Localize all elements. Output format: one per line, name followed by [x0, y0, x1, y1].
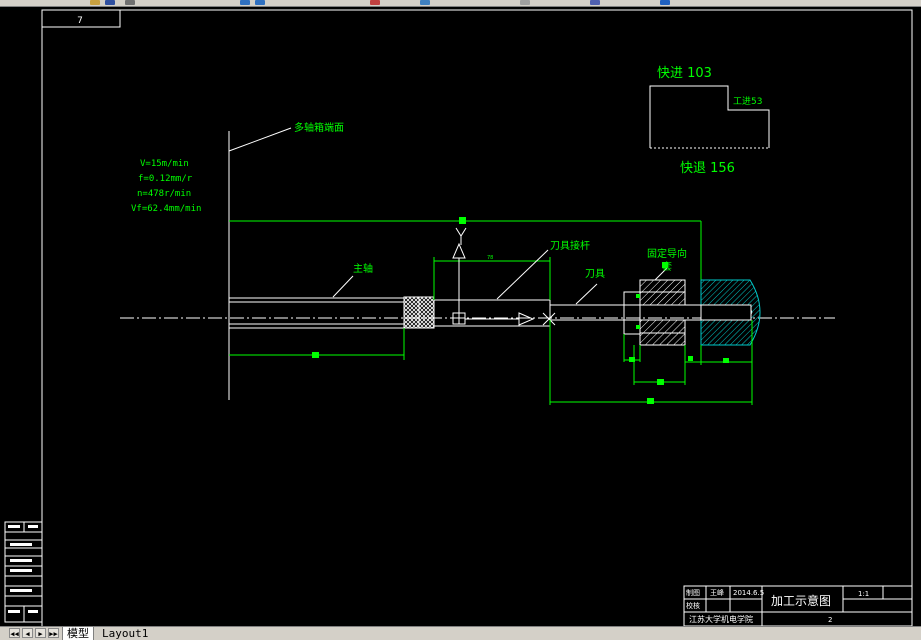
param-f: f=0.12mm/r [138, 174, 193, 184]
properties-icon[interactable] [520, 0, 530, 5]
tb-row2-label: 校核 [686, 601, 700, 610]
cutting-params: V=15m/min f=0.12mm/r n=478r/min Vf=62.4m… [131, 159, 201, 214]
open-icon[interactable] [90, 0, 100, 5]
tb-sheet-no: 2 [828, 616, 832, 624]
tb-row1-label: 制图 [686, 588, 700, 597]
pan-icon[interactable] [370, 0, 380, 5]
param-vf: Vf=62.4mm/min [131, 204, 201, 214]
tool-rod [433, 299, 551, 327]
multi-axis-face-label: 多轴箱端面 [294, 121, 344, 134]
nav-first-icon[interactable]: ◀◀ [9, 628, 20, 638]
nav-next-icon[interactable]: ▶ [35, 628, 46, 638]
tb-title: 加工示意图 [771, 593, 831, 608]
tab-layout1[interactable]: Layout1 [98, 627, 152, 640]
save-icon[interactable] [105, 0, 115, 5]
redo-icon[interactable] [255, 0, 265, 5]
zoom-icon[interactable] [420, 0, 430, 5]
fixed-guide-label: 固定导向 [647, 247, 687, 260]
help-icon[interactable] [660, 0, 670, 5]
tab-model[interactable]: 模型 [62, 627, 94, 640]
layout-tab-bar: ◀◀ ◀ ▶ ▶▶ 模型 Layout1 [0, 626, 921, 640]
tb-scale: 1:1 [858, 590, 869, 598]
layer-icon[interactable] [590, 0, 600, 5]
tb-row1-date: 2014.6.5 [733, 589, 764, 597]
tool-label: 刀具 [585, 268, 605, 280]
work-feed-label: 工进53 [733, 96, 762, 107]
grip [636, 294, 640, 298]
toolbar [0, 0, 921, 7]
print-icon[interactable] [125, 0, 135, 5]
grip [662, 262, 668, 268]
tb-school: 江苏大学机电学院 [689, 614, 753, 624]
spindle-label: 主轴 [353, 262, 373, 275]
rapid-advance-label: 快进 103 [657, 66, 712, 81]
param-v: V=15m/min [140, 159, 189, 169]
rapid-return-label: 快退 156 [680, 161, 735, 176]
param-n: n=478r/min [137, 189, 191, 199]
grip [636, 325, 640, 329]
tb-row1-name: 王峰 [710, 588, 724, 597]
tool-rod-label: 刀具接杆 [550, 239, 590, 252]
feed-cycle-path [649, 85, 770, 148]
undo-icon[interactable] [240, 0, 250, 5]
drawing-svg: 7 快进 103 工进53 快退 156 V=15m/min f=0.12mm/… [4, 9, 913, 626]
drawing-canvas[interactable]: 7 快进 103 工进53 快退 156 V=15m/min f=0.12mm/… [0, 7, 921, 626]
grip [459, 217, 466, 224]
sheet-tag: 7 [77, 16, 83, 26]
nav-prev-icon[interactable]: ◀ [22, 628, 33, 638]
small-dim: 78 [487, 255, 493, 261]
nav-last-icon[interactable]: ▶▶ [48, 628, 59, 638]
